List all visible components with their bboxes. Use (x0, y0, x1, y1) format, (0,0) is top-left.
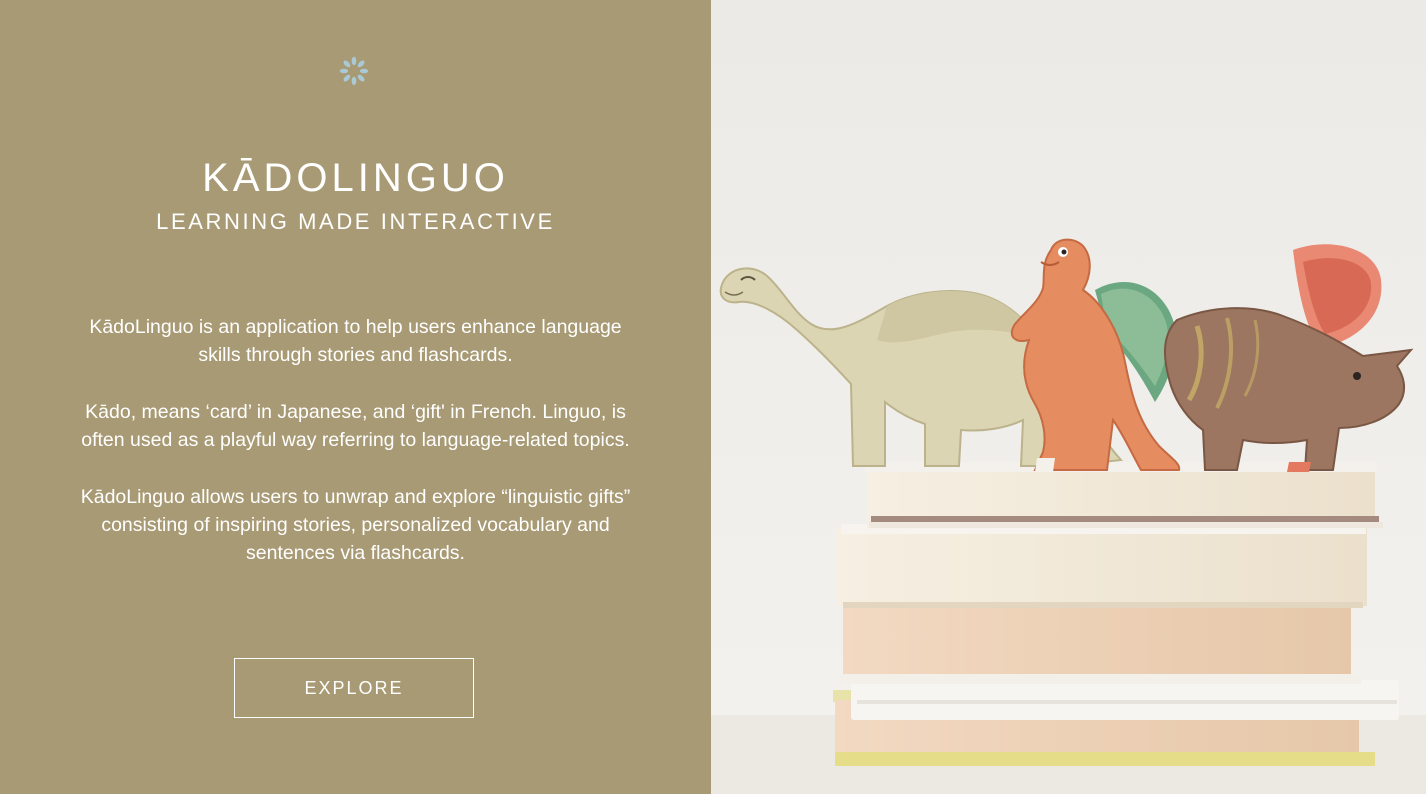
description-paragraph: Kādo, means ‘card’ in Japanese, and ‘gif… (81, 400, 630, 452)
app-description: KādoLinguo is an application to help use… (70, 313, 641, 596)
description-paragraph: KādoLinguo is an application to help use… (89, 316, 622, 367)
explore-button[interactable]: EXPLORE (234, 658, 474, 718)
landing-page: KĀDOLINGUO LEARNING MADE INTERACTIVE Kād… (0, 0, 1426, 794)
dinosaur-books-illustration (711, 0, 1426, 794)
brand-subtitle: LEARNING MADE INTERACTIVE (156, 209, 555, 234)
flower-asterisk-icon (339, 56, 369, 86)
description-paragraph: KādoLinguo allows users to unwrap and ex… (80, 485, 631, 565)
brand-title: KĀDOLINGUO (202, 156, 509, 200)
intro-panel: KĀDOLINGUO LEARNING MADE INTERACTIVE Kād… (0, 0, 711, 794)
hero-image (711, 0, 1426, 794)
book-stack (833, 462, 1399, 766)
